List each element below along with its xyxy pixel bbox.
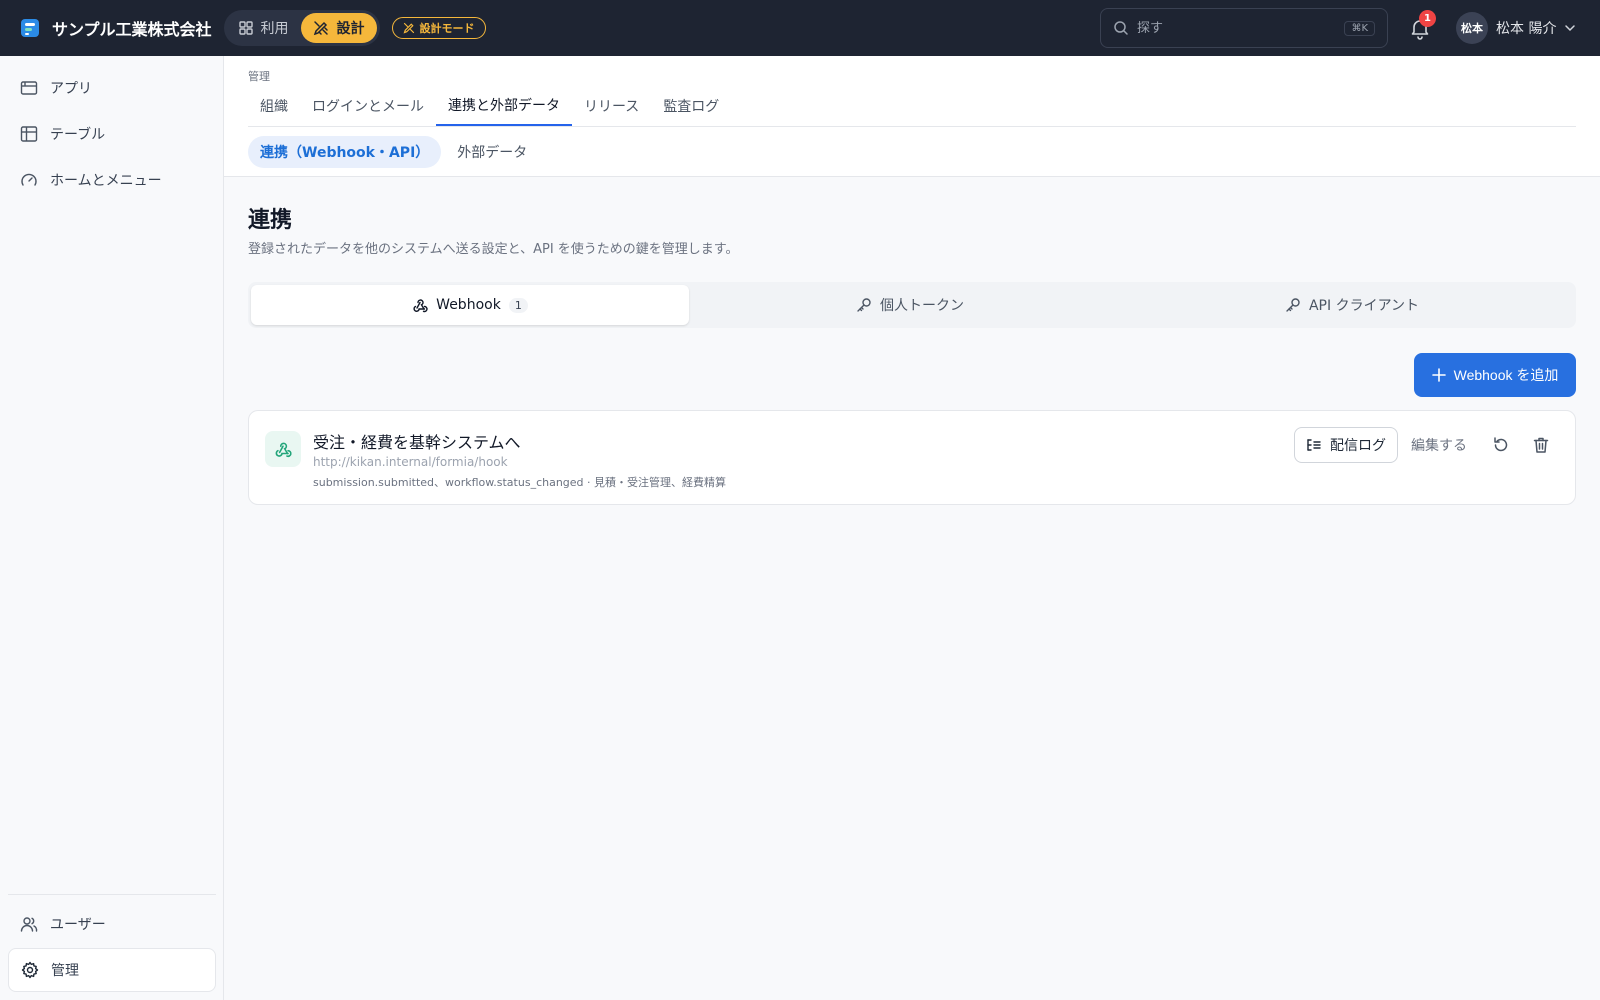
plus-icon bbox=[1431, 368, 1446, 382]
trash-icon[interactable] bbox=[1531, 435, 1551, 455]
segment-personal-token-label: 個人トークン bbox=[880, 298, 964, 314]
sidebar-item-tables[interactable]: テーブル bbox=[8, 112, 216, 156]
sidebar: アプリ テーブル ホームとメニュー ユーザー 管理 bbox=[0, 56, 224, 1000]
segment-webhook-label: Webhook bbox=[436, 297, 501, 313]
design-mode-label: 設計モード bbox=[419, 22, 475, 35]
chevron-down-icon bbox=[1565, 25, 1576, 32]
admin-subtabs: 連携（Webhook・API） 外部データ bbox=[248, 136, 543, 168]
pencil-ruler-icon bbox=[313, 21, 328, 36]
subtab-webhook-api[interactable]: 連携（Webhook・API） bbox=[248, 136, 442, 168]
mode-switch: 利用 設計 bbox=[223, 10, 380, 46]
users-icon bbox=[20, 917, 38, 932]
segment-webhook[interactable]: Webhook 1 bbox=[251, 285, 689, 325]
pencil-ruler-icon bbox=[403, 22, 414, 34]
company-name: サンプル工業株式会社 bbox=[52, 20, 212, 39]
webhook-icon bbox=[413, 299, 428, 313]
sidebar-item-apps[interactable]: アプリ bbox=[8, 66, 216, 110]
admin-tabs: 組織 ログインとメール 連携と外部データ リリース 監査ログ bbox=[248, 86, 1576, 127]
add-webhook-label: Webhook を追加 bbox=[1453, 367, 1559, 383]
tab-organization[interactable]: 組織 bbox=[248, 86, 300, 126]
design-mode-badge: 設計モード bbox=[391, 17, 486, 39]
tab-integrations[interactable]: 連携と外部データ bbox=[436, 86, 572, 126]
webhook-card-icon bbox=[265, 431, 301, 467]
top-bar: サンプル工業株式会社 利用 設計 設計モード ⌘K bbox=[0, 0, 1600, 56]
tab-releases[interactable]: リリース bbox=[572, 86, 651, 126]
page-description: 登録されたデータを他のシステムへ送る設定と、API を使うための鍵を管理します。 bbox=[248, 242, 739, 257]
webhook-url: http://kikan.internal/formia/hook bbox=[313, 455, 508, 469]
sidebar-item-label: テーブル bbox=[50, 127, 106, 143]
page-title: 連携 bbox=[248, 208, 293, 233]
webhook-card: 受注・経費を基幹システムへ http://kikan.internal/form… bbox=[248, 410, 1576, 505]
search-input[interactable] bbox=[1137, 20, 1327, 36]
user-menu[interactable]: 松本 松本 陽介 bbox=[1456, 12, 1576, 44]
table-icon bbox=[20, 126, 38, 142]
key-icon bbox=[1286, 298, 1300, 312]
delivery-log-label: 配信ログ bbox=[1330, 438, 1386, 454]
sidebar-item-users[interactable]: ユーザー bbox=[8, 902, 216, 946]
sidebar-item-label: ホームとメニュー bbox=[50, 173, 162, 189]
brand[interactable]: サンプル工業株式会社 bbox=[20, 16, 212, 40]
delivery-log-button[interactable]: 配信ログ bbox=[1294, 427, 1398, 463]
integration-segmented-control: Webhook 1 個人トークン API クライアント bbox=[248, 282, 1576, 328]
webhook-count-badge: 1 bbox=[508, 297, 528, 313]
grid-icon bbox=[238, 21, 253, 35]
webhook-icon bbox=[275, 442, 292, 458]
brand-logo-icon bbox=[21, 19, 39, 37]
sidebar-divider bbox=[8, 894, 216, 895]
notification-badge: 1 bbox=[1419, 10, 1436, 27]
mode-use-button[interactable]: 利用 bbox=[227, 13, 301, 43]
sidebar-item-home-menu[interactable]: ホームとメニュー bbox=[8, 158, 216, 202]
rotate-ccw-icon[interactable] bbox=[1491, 435, 1511, 455]
webhook-events: submission.submitted、workflow.status_cha… bbox=[313, 476, 727, 489]
search-shortcut: ⌘K bbox=[1344, 20, 1375, 36]
segment-api-client[interactable]: API クライアント bbox=[1131, 285, 1573, 325]
subtab-external-data[interactable]: 外部データ bbox=[445, 136, 539, 168]
search-icon bbox=[1114, 21, 1128, 35]
edit-button[interactable]: 編集する bbox=[1411, 435, 1467, 455]
app-window-icon bbox=[20, 81, 38, 95]
user-name: 松本 陽介 bbox=[1496, 21, 1557, 37]
mode-use-label: 利用 bbox=[260, 21, 289, 37]
sidebar-item-label: アプリ bbox=[50, 81, 92, 97]
segment-personal-token[interactable]: 個人トークン bbox=[689, 285, 1131, 325]
sidebar-item-label: 管理 bbox=[51, 963, 79, 979]
breadcrumb: 管理 bbox=[248, 70, 270, 83]
sidebar-item-label: ユーザー bbox=[50, 917, 106, 933]
gear-icon bbox=[21, 961, 39, 979]
sidebar-item-admin[interactable]: 管理 bbox=[8, 948, 216, 992]
tab-audit-log[interactable]: 監査ログ bbox=[651, 86, 731, 126]
add-webhook-button[interactable]: Webhook を追加 bbox=[1414, 353, 1576, 397]
mode-design-label: 設計 bbox=[336, 21, 365, 37]
key-icon bbox=[857, 298, 871, 312]
admin-header: 管理 組織 ログインとメール 連携と外部データ リリース 監査ログ 連携（Web… bbox=[224, 56, 1600, 177]
avatar: 松本 bbox=[1456, 12, 1488, 44]
gauge-icon bbox=[21, 173, 37, 186]
list-icon bbox=[1307, 439, 1321, 451]
mode-design-button[interactable]: 設計 bbox=[300, 13, 377, 43]
tab-login-email[interactable]: ログインとメール bbox=[300, 86, 436, 126]
webhook-title: 受注・経費を基幹システムへ bbox=[313, 433, 521, 452]
segment-api-client-label: API クライアント bbox=[1308, 298, 1420, 314]
search-box[interactable]: ⌘K bbox=[1100, 8, 1388, 48]
